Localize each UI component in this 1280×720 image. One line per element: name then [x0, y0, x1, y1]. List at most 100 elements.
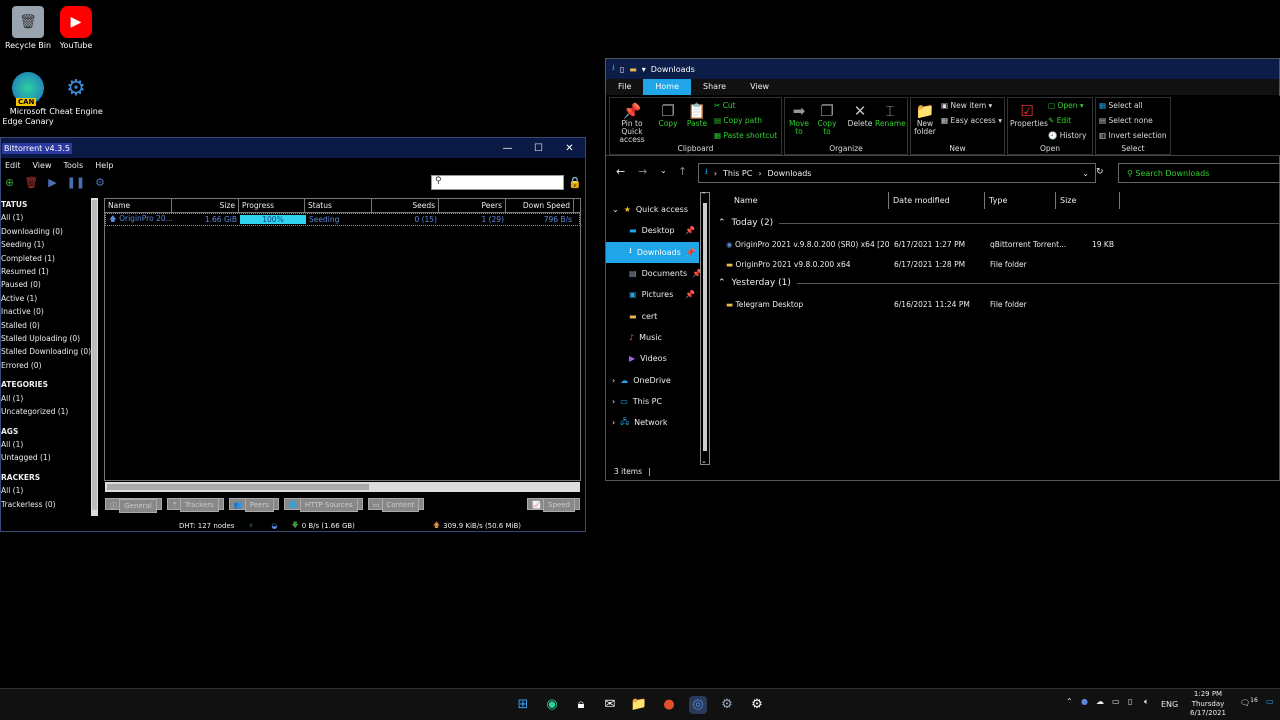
tab-peers[interactable]: 👥 Peers [228, 498, 279, 512]
copy-path-button[interactable]: ▤ Copy path [714, 116, 762, 125]
resume-icon[interactable]: ▶ [48, 176, 56, 189]
new-item-button[interactable]: ▣ New item ▾ [941, 101, 992, 110]
column-header-size[interactable]: Size [1056, 192, 1120, 209]
nav-item-this-pc[interactable]: › ▭ This PC [606, 391, 699, 412]
forward-button[interactable]: → [638, 165, 647, 178]
add-torrent-icon[interactable]: ⊕ [5, 176, 14, 189]
maximize-button[interactable]: ☐ [523, 143, 554, 154]
menu-tools[interactable]: Tools [63, 161, 83, 170]
column-header-seeds[interactable]: Seeds [372, 199, 439, 212]
sidebar-scrollbar[interactable] [91, 198, 98, 516]
filter-item[interactable]: Stalled Downloading (0) [1, 345, 97, 358]
refresh-icon[interactable]: ↻ [1096, 167, 1104, 177]
notifications-icon[interactable]: 🗨︎16 [1240, 697, 1258, 708]
breadcrumb-this-pc[interactable]: This PC [723, 169, 752, 178]
scroll-up-icon[interactable]: ⌃ [701, 191, 707, 199]
breadcrumb-downloads[interactable]: Downloads [768, 169, 812, 178]
column-header-peers[interactable]: Peers [439, 199, 506, 212]
start-icon[interactable]: ⊞ [514, 696, 532, 714]
scroll-down-icon[interactable]: ⌄ [701, 457, 707, 465]
lock-icon[interactable]: 🔒 [568, 176, 582, 189]
table-row[interactable]: 🡅 OriginPro 20... 1.66 GiB 100% Seeding … [105, 213, 580, 226]
torrent-search-input[interactable]: ⚲ [431, 175, 564, 190]
nav-item-quick-access[interactable]: ⌄ ★ Quick access [606, 199, 699, 220]
show-hidden-icons-icon[interactable]: ⌃ [1066, 697, 1073, 706]
nav-item-desktop[interactable]: ▬ Desktop 📌 [606, 220, 699, 241]
tab-home[interactable]: Home [643, 79, 692, 95]
select-all-button[interactable]: ▦ Select all [1099, 101, 1143, 110]
filter-item[interactable]: Seeding (1) [1, 238, 97, 251]
paste-shortcut-button[interactable]: ▦ Paste shortcut [714, 131, 777, 140]
navigation-scrollbar[interactable]: ⌃ ⌄ [700, 191, 710, 465]
filter-item[interactable]: Completed (1) [1, 252, 97, 265]
nav-item-onedrive[interactable]: › ☁ OneDrive [606, 369, 699, 390]
up-button[interactable]: ↑ [678, 165, 687, 178]
column-header-name[interactable]: Name [712, 192, 889, 209]
qbittorrent-title-bar[interactable]: Bittorrent v4.3.5 — ☐ ✕ [1, 138, 585, 158]
column-header-size[interactable]: Size [172, 199, 239, 212]
clock[interactable]: 1:29 PM Thursday 6/17/2021 [1186, 690, 1230, 719]
copy-button[interactable]: ❐ Copy [656, 102, 680, 128]
customize-quick-access-icon[interactable]: ▾ [642, 65, 646, 74]
table-horizontal-scrollbar[interactable] [105, 482, 580, 492]
delete-button[interactable]: ✕ Delete [847, 102, 873, 128]
column-header-type[interactable]: Type [985, 192, 1056, 209]
properties-button[interactable]: ☑ Properties [1010, 102, 1048, 128]
filter-item[interactable]: Paused (0) [1, 278, 97, 291]
settings-icon[interactable]: ⚙ [748, 696, 766, 714]
paste-button[interactable]: 📋 Paste [684, 102, 710, 128]
address-dropdown-icon[interactable]: ⌄ [1082, 169, 1089, 178]
column-header-name[interactable]: Name [105, 199, 172, 212]
menu-view[interactable]: View [33, 161, 52, 170]
filter-item[interactable]: Active (1) [1, 292, 97, 305]
download-speed[interactable]: 0 B/s (1.66 GB) [302, 522, 355, 530]
tab-share[interactable]: Share [691, 79, 738, 95]
list-item[interactable]: ▬ OriginPro 2021 v9.8.0.200 x64 6/17/202… [712, 254, 1280, 274]
recent-locations-button[interactable]: ⌄ [660, 166, 667, 175]
delete-icon[interactable]: 🗑 [24, 176, 38, 189]
group-header-yesterday[interactable]: ⌃ Yesterday (1) [712, 275, 1280, 291]
upload-speed[interactable]: 309.9 KiB/s (50.6 MiB) [443, 522, 521, 530]
show-desktop-icon[interactable]: ▭ [1266, 697, 1274, 706]
column-header-date-modified[interactable]: Date modified [889, 192, 985, 209]
edge-canary-taskbar-icon[interactable]: ◉ [543, 696, 561, 714]
tab-http-sources[interactable]: 🌐 HTTP Sources [283, 498, 363, 512]
new-folder-quick-icon[interactable]: ▬ [629, 65, 637, 74]
nav-item-cert[interactable]: ▬ cert [606, 305, 699, 326]
filter-item[interactable]: Resumed (1) [1, 265, 97, 278]
network-tray-icon[interactable]: ▭ [1112, 697, 1120, 706]
copy-to-button[interactable]: ❐ Copy to [815, 102, 839, 136]
nav-item-documents[interactable]: ▤ Documents 📌 [606, 263, 702, 284]
qbittorrent-tray-icon[interactable]: ● [1081, 697, 1088, 706]
column-header-progress[interactable]: Progress [239, 199, 305, 212]
pin-to-quick-access-button[interactable]: 📌 Pin to Quick access [612, 102, 652, 144]
tab-file[interactable]: File [606, 79, 643, 95]
back-button[interactable]: ← [616, 165, 625, 178]
cut-button[interactable]: ✂ Cut [714, 101, 736, 110]
tag-item[interactable]: Untagged (1) [1, 451, 97, 464]
volume-icon[interactable]: 🔈︎ [1144, 697, 1149, 707]
nav-item-downloads[interactable]: ⭳ Downloads 📌 [606, 241, 699, 263]
minimize-button[interactable]: — [492, 143, 523, 154]
list-item[interactable]: ◉ OriginPro 2021 v.9.8.0.200 (SR0) x64 [… [712, 234, 1280, 254]
search-downloads-input[interactable]: ⚲ Search Downloads [1118, 163, 1280, 183]
connection-status-icon[interactable]: ⚡ [248, 522, 253, 530]
properties-quick-icon[interactable]: ▯ [620, 65, 624, 74]
steam-icon[interactable]: ⚙ [718, 696, 736, 714]
edit-button[interactable]: ✎ Edit [1048, 116, 1071, 125]
nav-item-music[interactable]: ♪ Music [606, 327, 699, 348]
tab-speed[interactable]: 📈 Speed [527, 498, 580, 512]
pause-icon[interactable]: ❚❚ [67, 176, 85, 189]
move-to-button[interactable]: ➡ Move to [787, 102, 811, 136]
column-header-down-speed[interactable]: Down Speed [506, 199, 574, 212]
speed-limit-icon[interactable]: ◒ [271, 522, 277, 530]
category-item[interactable]: All (1) [1, 392, 97, 405]
easy-access-button[interactable]: ▦ Easy access ▾ [941, 116, 1002, 125]
rename-button[interactable]: ⌶ Rename [875, 102, 906, 128]
nav-item-videos[interactable]: ▶ Videos [606, 348, 699, 369]
powerpoint-icon[interactable]: ● [660, 696, 678, 714]
menu-help[interactable]: Help [95, 161, 113, 170]
tracker-item[interactable]: Trackerless (0) [1, 498, 97, 511]
battery-icon[interactable]: ▯ [1128, 697, 1132, 706]
close-button[interactable]: ✕ [554, 143, 585, 154]
